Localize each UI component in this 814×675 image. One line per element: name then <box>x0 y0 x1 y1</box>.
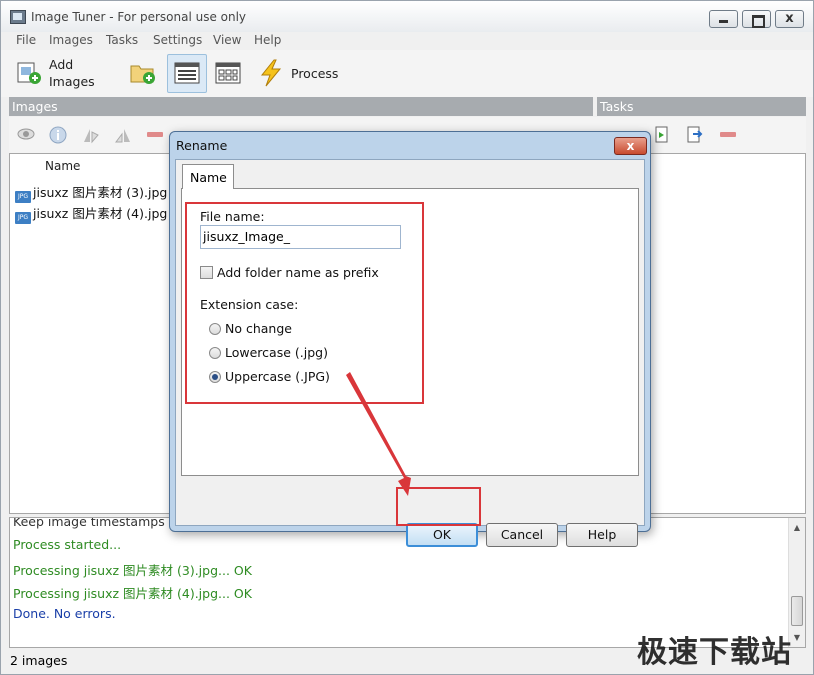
add-images-label-2: Images <box>49 74 95 89</box>
tab-name[interactable]: Name <box>182 164 234 189</box>
menu-settings[interactable]: Settings <box>153 33 202 47</box>
maximize-button[interactable] <box>742 10 771 28</box>
export-task-icon[interactable] <box>687 126 703 144</box>
details-view-icon <box>174 62 200 84</box>
close-icon: x <box>785 11 794 26</box>
dialog-close-button[interactable]: x <box>614 137 647 155</box>
dialog-title: Rename <box>176 138 228 153</box>
menu-help[interactable]: Help <box>254 33 281 47</box>
title-bar: Image Tuner - For personal use only x <box>1 1 813 32</box>
images-pane-header: Images <box>9 97 593 116</box>
jpg-file-icon: JPG <box>15 212 31 224</box>
remove-image-icon[interactable] <box>147 132 163 137</box>
scroll-up-icon[interactable]: ▲ <box>789 520 805 536</box>
add-image-icon <box>17 62 41 84</box>
rotate-right-icon[interactable] <box>113 126 133 144</box>
annotation-highlight-options <box>185 202 424 404</box>
main-toolbar <box>1 50 813 97</box>
list-item-label: jisuxz 图片素材 (4).jpg <box>33 206 168 221</box>
process-button[interactable]: Process <box>256 57 341 89</box>
ok-button[interactable]: OK <box>406 523 478 547</box>
add-task-icon[interactable] <box>654 126 670 144</box>
jpg-file-icon: JPG <box>15 191 31 203</box>
column-header-name[interactable]: Name <box>45 159 80 173</box>
menu-images[interactable]: Images <box>49 33 93 47</box>
rotate-left-icon[interactable] <box>81 126 101 144</box>
menu-bar: File Images Tasks Settings View Help <box>1 32 813 50</box>
add-images-button[interactable]: Add Images <box>13 54 98 92</box>
process-label: Process <box>291 66 339 81</box>
add-folder-icon[interactable] <box>129 61 157 85</box>
list-item[interactable]: JPG jisuxz 图片素材 (3).jpg <box>15 182 167 203</box>
eye-icon[interactable] <box>16 126 36 142</box>
list-item[interactable]: JPG jisuxz 图片素材 (4).jpg <box>15 203 167 224</box>
log-line: Done. No errors. <box>13 606 116 621</box>
help-button[interactable]: Help <box>566 523 638 547</box>
info-icon[interactable] <box>49 126 67 144</box>
log-line: Keep image timestamps <box>13 517 165 529</box>
remove-task-icon[interactable] <box>720 132 736 137</box>
window-title: Image Tuner - For personal use only <box>31 10 247 24</box>
menu-view[interactable]: View <box>213 33 241 47</box>
log-line: Processing jisuxz 图片素材 (4).jpg... OK <box>13 586 252 601</box>
menu-file[interactable]: File <box>16 33 36 47</box>
tasks-pane-header: Tasks <box>597 97 806 116</box>
cancel-button[interactable]: Cancel <box>486 523 558 547</box>
menu-tasks[interactable]: Tasks <box>106 33 138 47</box>
scroll-thumb[interactable] <box>791 596 803 626</box>
image-count: 2 images <box>10 653 68 668</box>
log-line: Processing jisuxz 图片素材 (3).jpg... OK <box>13 563 252 578</box>
close-button[interactable]: x <box>775 10 804 28</box>
watermark-logo: 极速下载站 <box>637 635 792 670</box>
list-item-label: jisuxz 图片素材 (3).jpg <box>33 185 168 200</box>
annotation-highlight-ok <box>396 487 481 526</box>
app-icon <box>10 10 26 24</box>
lightning-icon <box>260 59 282 87</box>
thumbnail-view-icon[interactable] <box>215 62 241 84</box>
log-line: Process started... <box>13 537 122 552</box>
minimize-button[interactable] <box>709 10 738 28</box>
add-images-label-1: Add <box>49 57 74 72</box>
